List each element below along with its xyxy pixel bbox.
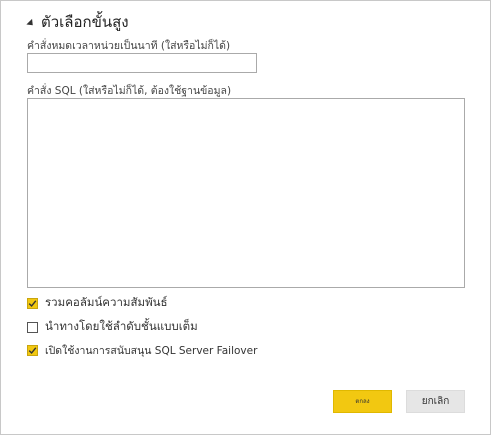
checkbox-checked-icon[interactable] — [27, 297, 38, 309]
ok-button[interactable]: ตกลง — [333, 390, 392, 413]
cancel-button[interactable]: ยกเลิก — [406, 390, 465, 413]
sql-label: คำสั่ง SQL (ใส่หรือไม่ก็ได้, ต้องใช้ฐานข… — [27, 85, 232, 97]
timeout-input[interactable] — [27, 53, 257, 73]
checkbox-unchecked-icon[interactable] — [27, 321, 38, 333]
option-label: รวมคอลัมน์ความสัมพันธ์ — [45, 295, 168, 309]
advanced-options-header[interactable]: ตัวเลือกขั้นสูง — [26, 10, 129, 34]
option-enable-sql-failover[interactable]: เปิดใช้งานการสนับสนุน SQL Server Failove… — [27, 342, 257, 359]
option-navigate-full-hierarchy[interactable]: นำทางโดยใช้ลำดับชั้นแบบเต็ม — [27, 318, 198, 336]
option-label: เปิดใช้งานการสนับสนุน SQL Server Failove… — [45, 345, 258, 357]
option-label: นำทางโดยใช้ลำดับชั้นแบบเต็ม — [45, 319, 198, 333]
timeout-label: คำสั่งหมดเวลาหน่วยเป็นนาที (ใส่หรือไม่ก็… — [27, 40, 231, 52]
checkbox-checked-icon[interactable] — [27, 345, 38, 356]
sql-statement-input[interactable] — [27, 98, 465, 288]
collapse-triangle-icon[interactable] — [26, 18, 36, 28]
option-include-relationship-columns[interactable]: รวมคอลัมน์ความสัมพันธ์ — [27, 294, 168, 312]
section-title: ตัวเลือกขั้นสูง — [41, 13, 129, 31]
